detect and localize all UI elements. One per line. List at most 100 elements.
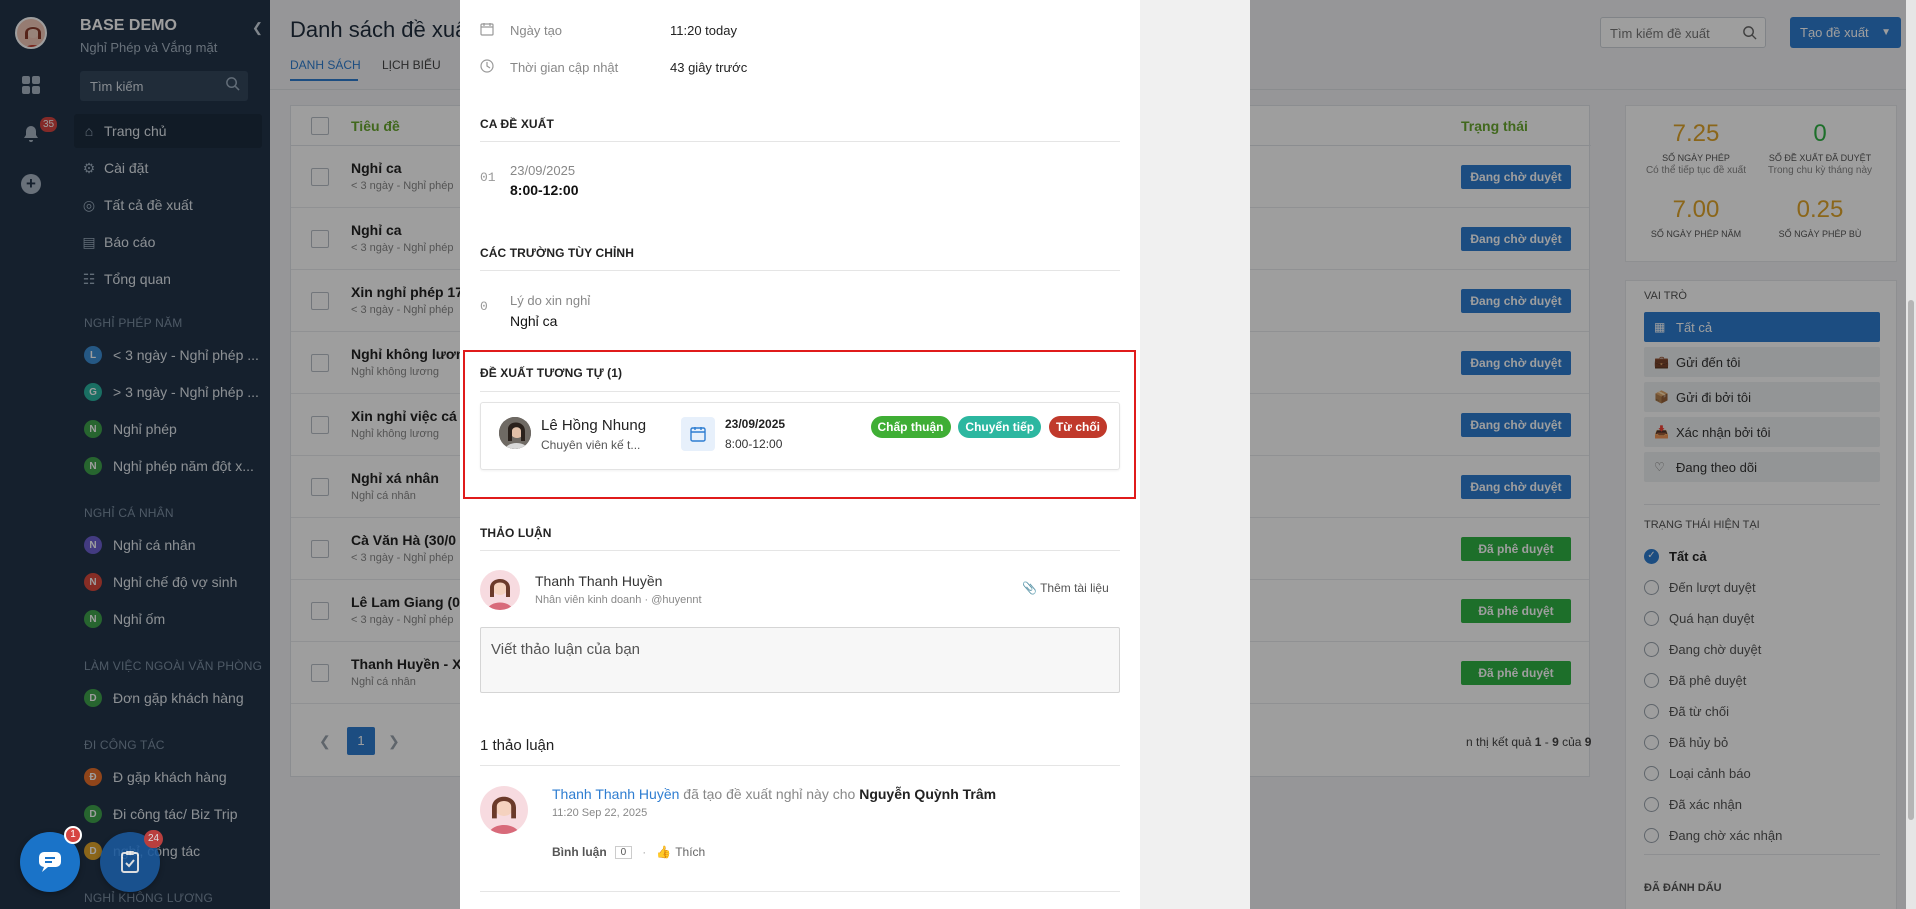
status-filter-option[interactable]: ✓ Tất cả [1644,543,1707,569]
like-button[interactable]: Thích [675,845,705,859]
create-proposal-button[interactable]: Tạo đề xuất ▼ [1790,17,1901,48]
radio-button[interactable] [1644,703,1659,719]
user-avatar[interactable] [15,17,47,49]
radio-button[interactable] [1644,796,1659,812]
pagination-next-icon[interactable]: ❯ [388,733,400,750]
pagination-page-1[interactable]: 1 [347,727,375,755]
search-icon [225,76,240,94]
sidebar-item-3[interactable]: ▤ Báo cáo [74,225,262,259]
row-checkbox[interactable] [311,292,329,310]
status-filter-option[interactable]: Đang chờ xác nhận [1644,822,1782,848]
attach-document-button[interactable]: 📎 Thêm tài liệu [1022,581,1109,595]
sidebar-subitem[interactable]: Đ Đ gặp khách hàng [84,762,270,792]
heart-icon: ♡ [1654,460,1665,474]
col-status-header[interactable]: Trạng thái [1461,118,1528,134]
row-title[interactable]: Nghỉ xá nhân [351,470,439,486]
collapse-chevron-icon[interactable]: ❮ [252,20,263,36]
sidebar-subitem[interactable]: L < 3 ngày - Nghỉ phép ... [84,340,270,370]
sidebar-subitem[interactable]: D Đơn gặp khách hàng [84,683,270,713]
sidebar-item-4[interactable]: ☷ Tổng quan [74,262,262,296]
role-filter-2[interactable]: 📦 Gửi đi bởi tôi [1644,382,1880,412]
row-checkbox[interactable] [311,416,329,434]
tab-calendar[interactable]: LỊCH BIỂU [382,58,441,72]
sidebar-subitem[interactable]: G > 3 ngày - Nghỉ phép ... [84,377,270,407]
row-title[interactable]: Nghỉ không lươn [351,346,464,362]
row-checkbox[interactable] [311,540,329,558]
comment-input[interactable]: Viết thảo luận của bạn [480,627,1120,693]
sidebar-item-0[interactable]: ⌂ Trang chủ [74,114,262,148]
role-filter-1[interactable]: 💼 Gửi đến tôi [1644,347,1880,377]
row-title[interactable]: Lê Lam Giang (0 [351,594,460,610]
select-all-checkbox[interactable] [311,117,329,135]
status-filter-option[interactable]: Đã từ chối [1644,698,1729,724]
status-filter-option[interactable]: Đã phê duyệt [1644,667,1746,693]
pagination-prefix: n thị kết quả [1466,735,1535,749]
status-filter-option[interactable]: Loại cảnh báo [1644,760,1751,786]
radio-button[interactable] [1644,579,1659,595]
apps-grid-icon[interactable] [22,76,40,94]
reject-button[interactable]: Từ chối [1048,416,1107,438]
proposal-search-input[interactable]: Tìm kiếm đề xuất [1610,26,1710,41]
approve-button[interactable]: Chấp thuận [870,416,951,438]
row-title[interactable]: Nghỉ ca [351,160,402,176]
col-title-header[interactable]: Tiêu đề [351,118,400,134]
sidebar-subitem-label: Nghỉ phép năm đột x... [113,458,254,474]
radio-button[interactable] [1644,765,1659,781]
radio-button[interactable] [1644,734,1659,750]
sidebar-search-input[interactable]: Tìm kiếm [90,79,143,94]
comment-button[interactable]: Bình luận [552,845,607,859]
thumbs-up-icon[interactable]: 👍 [656,845,671,859]
status-filter-option[interactable]: Đang chờ duyệt [1644,636,1761,662]
row-title[interactable]: Thanh Huyền - X [351,656,461,672]
row-checkbox[interactable] [311,602,329,620]
role-filter-3[interactable]: 📥 Xác nhận bởi tôi [1644,417,1880,447]
scrollbar[interactable] [1906,0,1916,909]
add-circle-icon[interactable]: + [21,174,41,194]
pagination-total: 9 [1584,735,1592,749]
row-checkbox[interactable] [311,230,329,248]
status-filter-option[interactable]: Quá hạn duyệt [1644,605,1754,631]
row-checkbox[interactable] [311,354,329,372]
status-filter-label: Đã phê duyệt [1669,672,1747,688]
radio-button[interactable] [1644,827,1659,843]
tasks-button[interactable]: 24 [100,830,164,892]
role-filter-0[interactable]: ▦ Tất cả [1644,312,1880,342]
pagination-prev-icon[interactable]: ❮ [319,733,331,750]
row-checkbox[interactable] [311,168,329,186]
similar-proposal-card[interactable]: Lê Hồng Nhung Chuyên viên kế t... 23/09/… [480,402,1120,470]
radio-button[interactable] [1644,610,1659,626]
row-title[interactable]: Xin nghỉ việc cá [351,408,457,424]
row-title[interactable]: Cà Văn Hà (30/0 [351,532,456,548]
status-filter-option[interactable]: Đã xác nhận [1644,791,1742,817]
sidebar-subitem[interactable]: N Nghỉ chế độ vợ sinh [84,567,270,597]
current-user-role: Nhân viên kinh doanh · @huyennt [535,594,702,606]
tab-list[interactable]: DANH SÁCH [290,58,361,72]
row-checkbox[interactable] [311,478,329,496]
scrollbar-thumb[interactable] [1908,300,1914,820]
radio-button[interactable] [1644,641,1659,657]
row-title[interactable]: Xin nghỉ phép 17 [351,284,463,300]
forward-button[interactable]: Chuyển tiếp [958,416,1042,438]
bell-icon[interactable] [21,124,41,144]
row-subtitle: Nghỉ cá nhân [351,490,416,502]
chat-button[interactable]: 1 [20,826,82,892]
status-filter-option[interactable]: Đã hủy bỏ [1644,729,1728,755]
sidebar-subitem[interactable]: N Nghỉ cá nhân [84,530,270,560]
status-filter-option[interactable]: Đến lượt duyệt [1644,574,1756,600]
sidebar-search[interactable]: Tìm kiếm [80,71,248,101]
row-checkbox[interactable] [311,664,329,682]
proposal-search[interactable]: Tìm kiếm đề xuất [1600,17,1766,48]
row-title[interactable]: Nghỉ ca [351,222,402,238]
sidebar-subitem[interactable]: D Đi công tác/ Biz Trip [84,799,270,829]
sidebar-item-1[interactable]: ⚙ Cài đặt [74,151,262,185]
radio-button[interactable] [1644,672,1659,688]
clipboard-check-icon [121,851,139,873]
check-circle-icon[interactable]: ✓ [1644,548,1659,564]
activity-actor-link[interactable]: Thanh Thanh Huyền [552,786,679,802]
sidebar-subitem[interactable]: N Nghỉ ốm [84,604,270,634]
stat-block: 7.00 SỐ NGÀY PHÉP NĂM [1626,196,1766,239]
sidebar-subitem[interactable]: N Nghỉ phép [84,414,270,444]
sidebar-item-2[interactable]: ◎ Tất cả đề xuất [74,188,262,222]
sidebar-subitem[interactable]: N Nghỉ phép năm đột x... [84,451,270,481]
role-filter-4[interactable]: ♡ Đang theo dõi [1644,452,1880,482]
